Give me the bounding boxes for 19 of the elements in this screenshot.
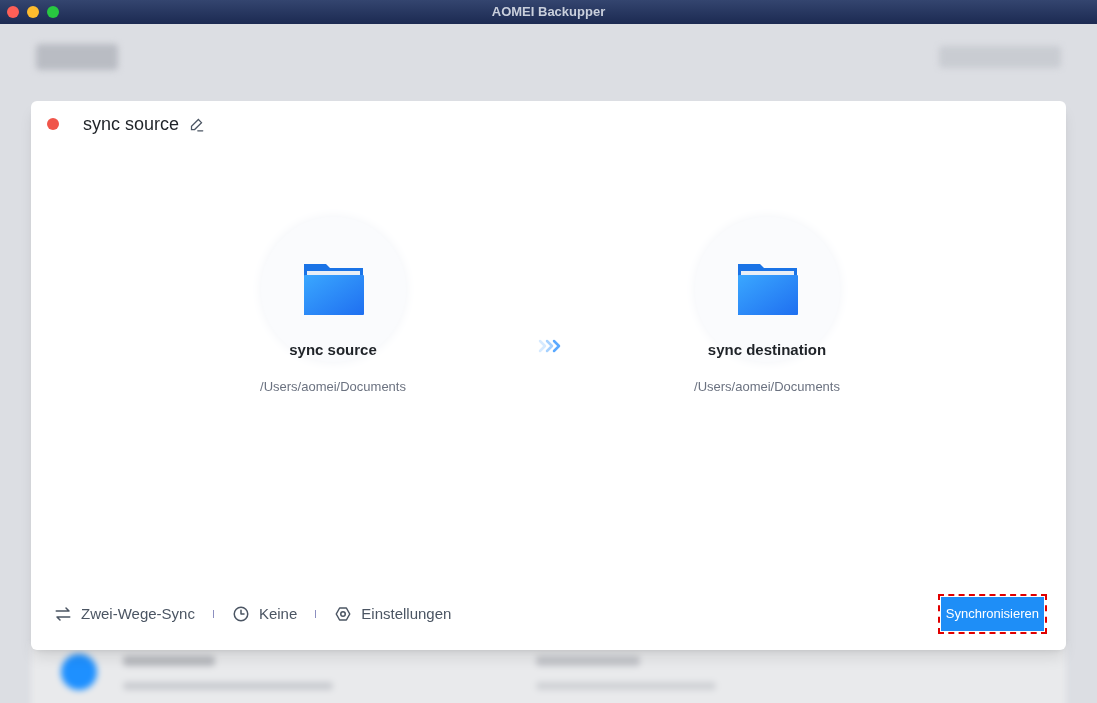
clock-icon [231,605,250,623]
option-item[interactable]: Einstellungen [334,602,452,626]
task-name: sync source [83,112,180,136]
settings-icon [334,605,353,623]
swap-arrows-icon [54,605,72,623]
edit-pencil-icon[interactable] [189,116,205,132]
option-item[interactable]: Zwei-Wege-Sync [54,602,195,626]
endpoint-path: /Users/aomei/Documents [694,377,840,396]
window-title: AOMEI Backupper [491,3,606,22]
folder-icon [736,264,798,315]
minimize-window-button[interactable] [27,6,39,18]
forward-chevrons-icon [538,339,562,353]
zoom-window-button[interactable] [47,6,59,18]
endpoint-name: sync source [289,340,377,360]
option-item[interactable]: Keine [231,602,298,626]
endpoint-path: /Users/aomei/Documents [260,377,406,396]
close-window-button[interactable] [7,6,19,18]
endpoint-name: sync destination [707,340,827,360]
folder-icon [302,264,364,315]
